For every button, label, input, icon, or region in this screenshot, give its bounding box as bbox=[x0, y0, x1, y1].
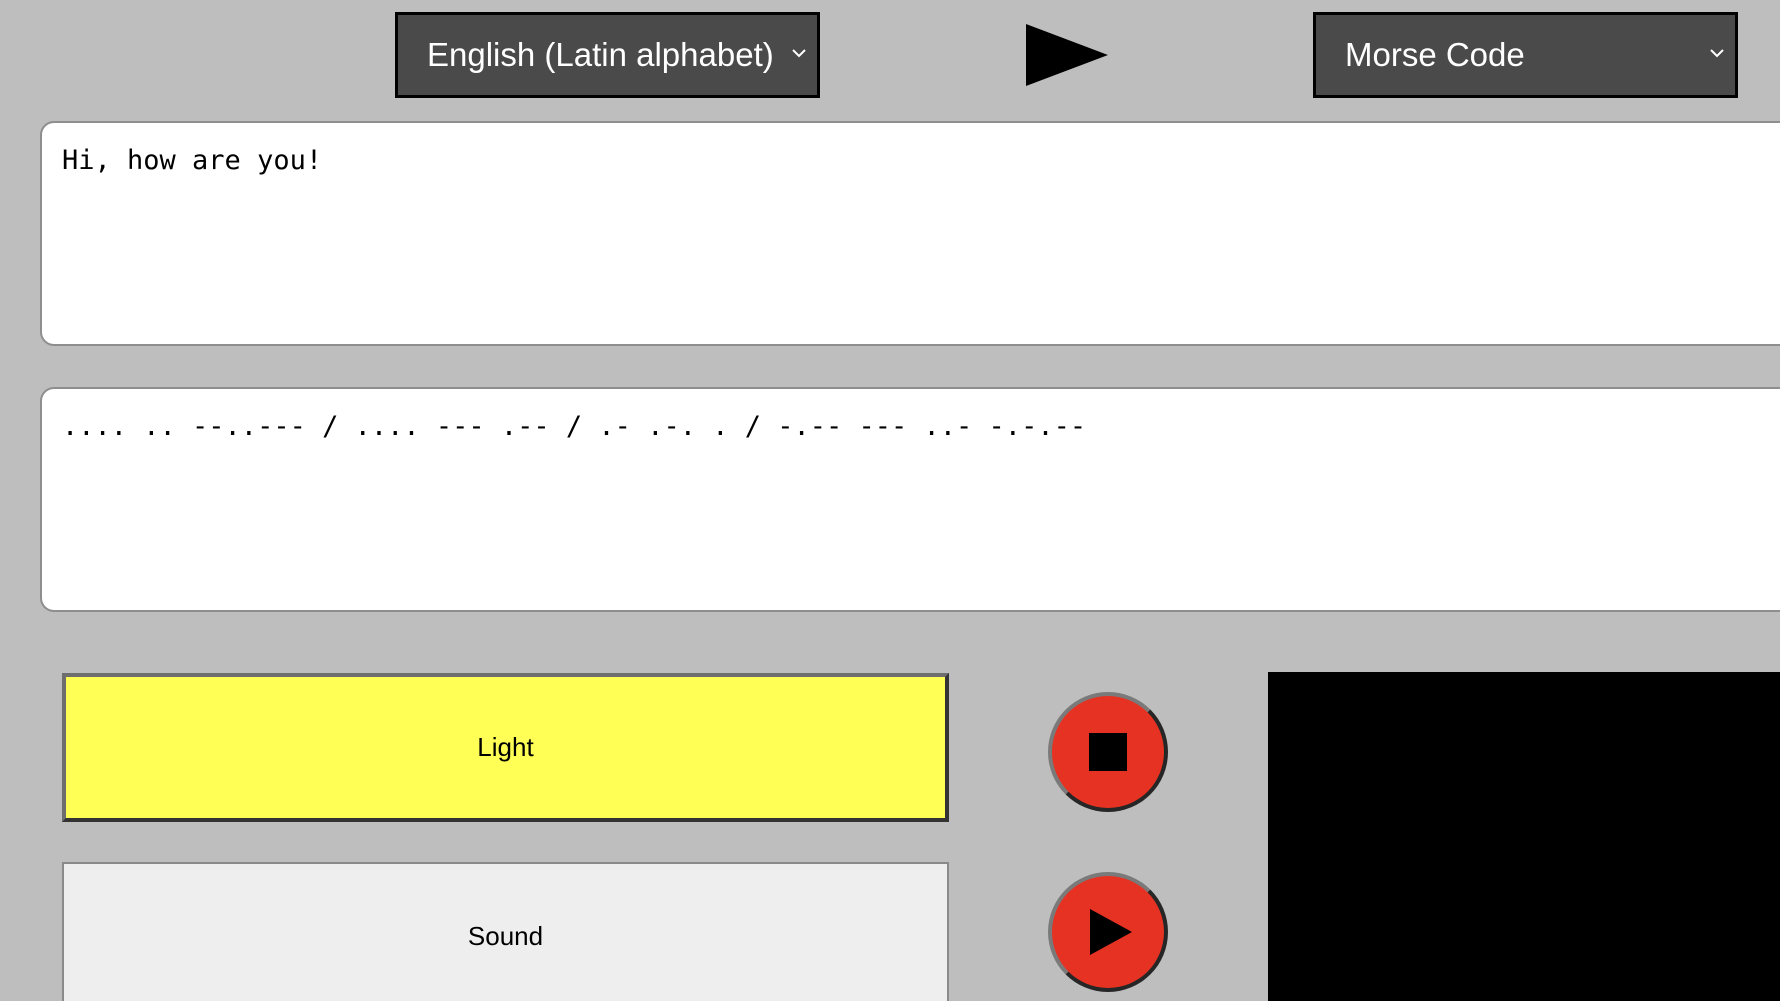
target-language-value: Morse Code bbox=[1345, 36, 1525, 73]
light-button-label: Light bbox=[477, 732, 534, 762]
stop-icon bbox=[1089, 733, 1127, 771]
source-language-value: English (Latin alphabet) bbox=[427, 36, 774, 73]
sound-mode-button[interactable]: Sound bbox=[62, 862, 949, 1001]
light-signal-panel bbox=[1268, 672, 1780, 1001]
source-language-select[interactable]: English (Latin alphabet) bbox=[395, 12, 820, 98]
output-textarea[interactable]: .... .. --..--- / .... --- .-- / .- .-. … bbox=[40, 387, 1780, 612]
light-mode-button[interactable]: Light bbox=[62, 673, 949, 822]
sound-button-label: Sound bbox=[467, 921, 544, 951]
chevron-down-icon bbox=[1710, 49, 1724, 58]
morse-translator-page: English (Latin alphabet) Morse Code Hi, … bbox=[0, 0, 1780, 1001]
target-language-select[interactable]: Morse Code bbox=[1313, 12, 1738, 98]
chevron-down-icon bbox=[792, 49, 806, 58]
play-icon bbox=[1090, 909, 1132, 955]
play-button[interactable] bbox=[1048, 872, 1168, 992]
input-textarea[interactable]: Hi, how are you! bbox=[40, 121, 1780, 346]
play-triangle-icon[interactable] bbox=[1026, 24, 1108, 86]
stop-button[interactable] bbox=[1048, 692, 1168, 812]
